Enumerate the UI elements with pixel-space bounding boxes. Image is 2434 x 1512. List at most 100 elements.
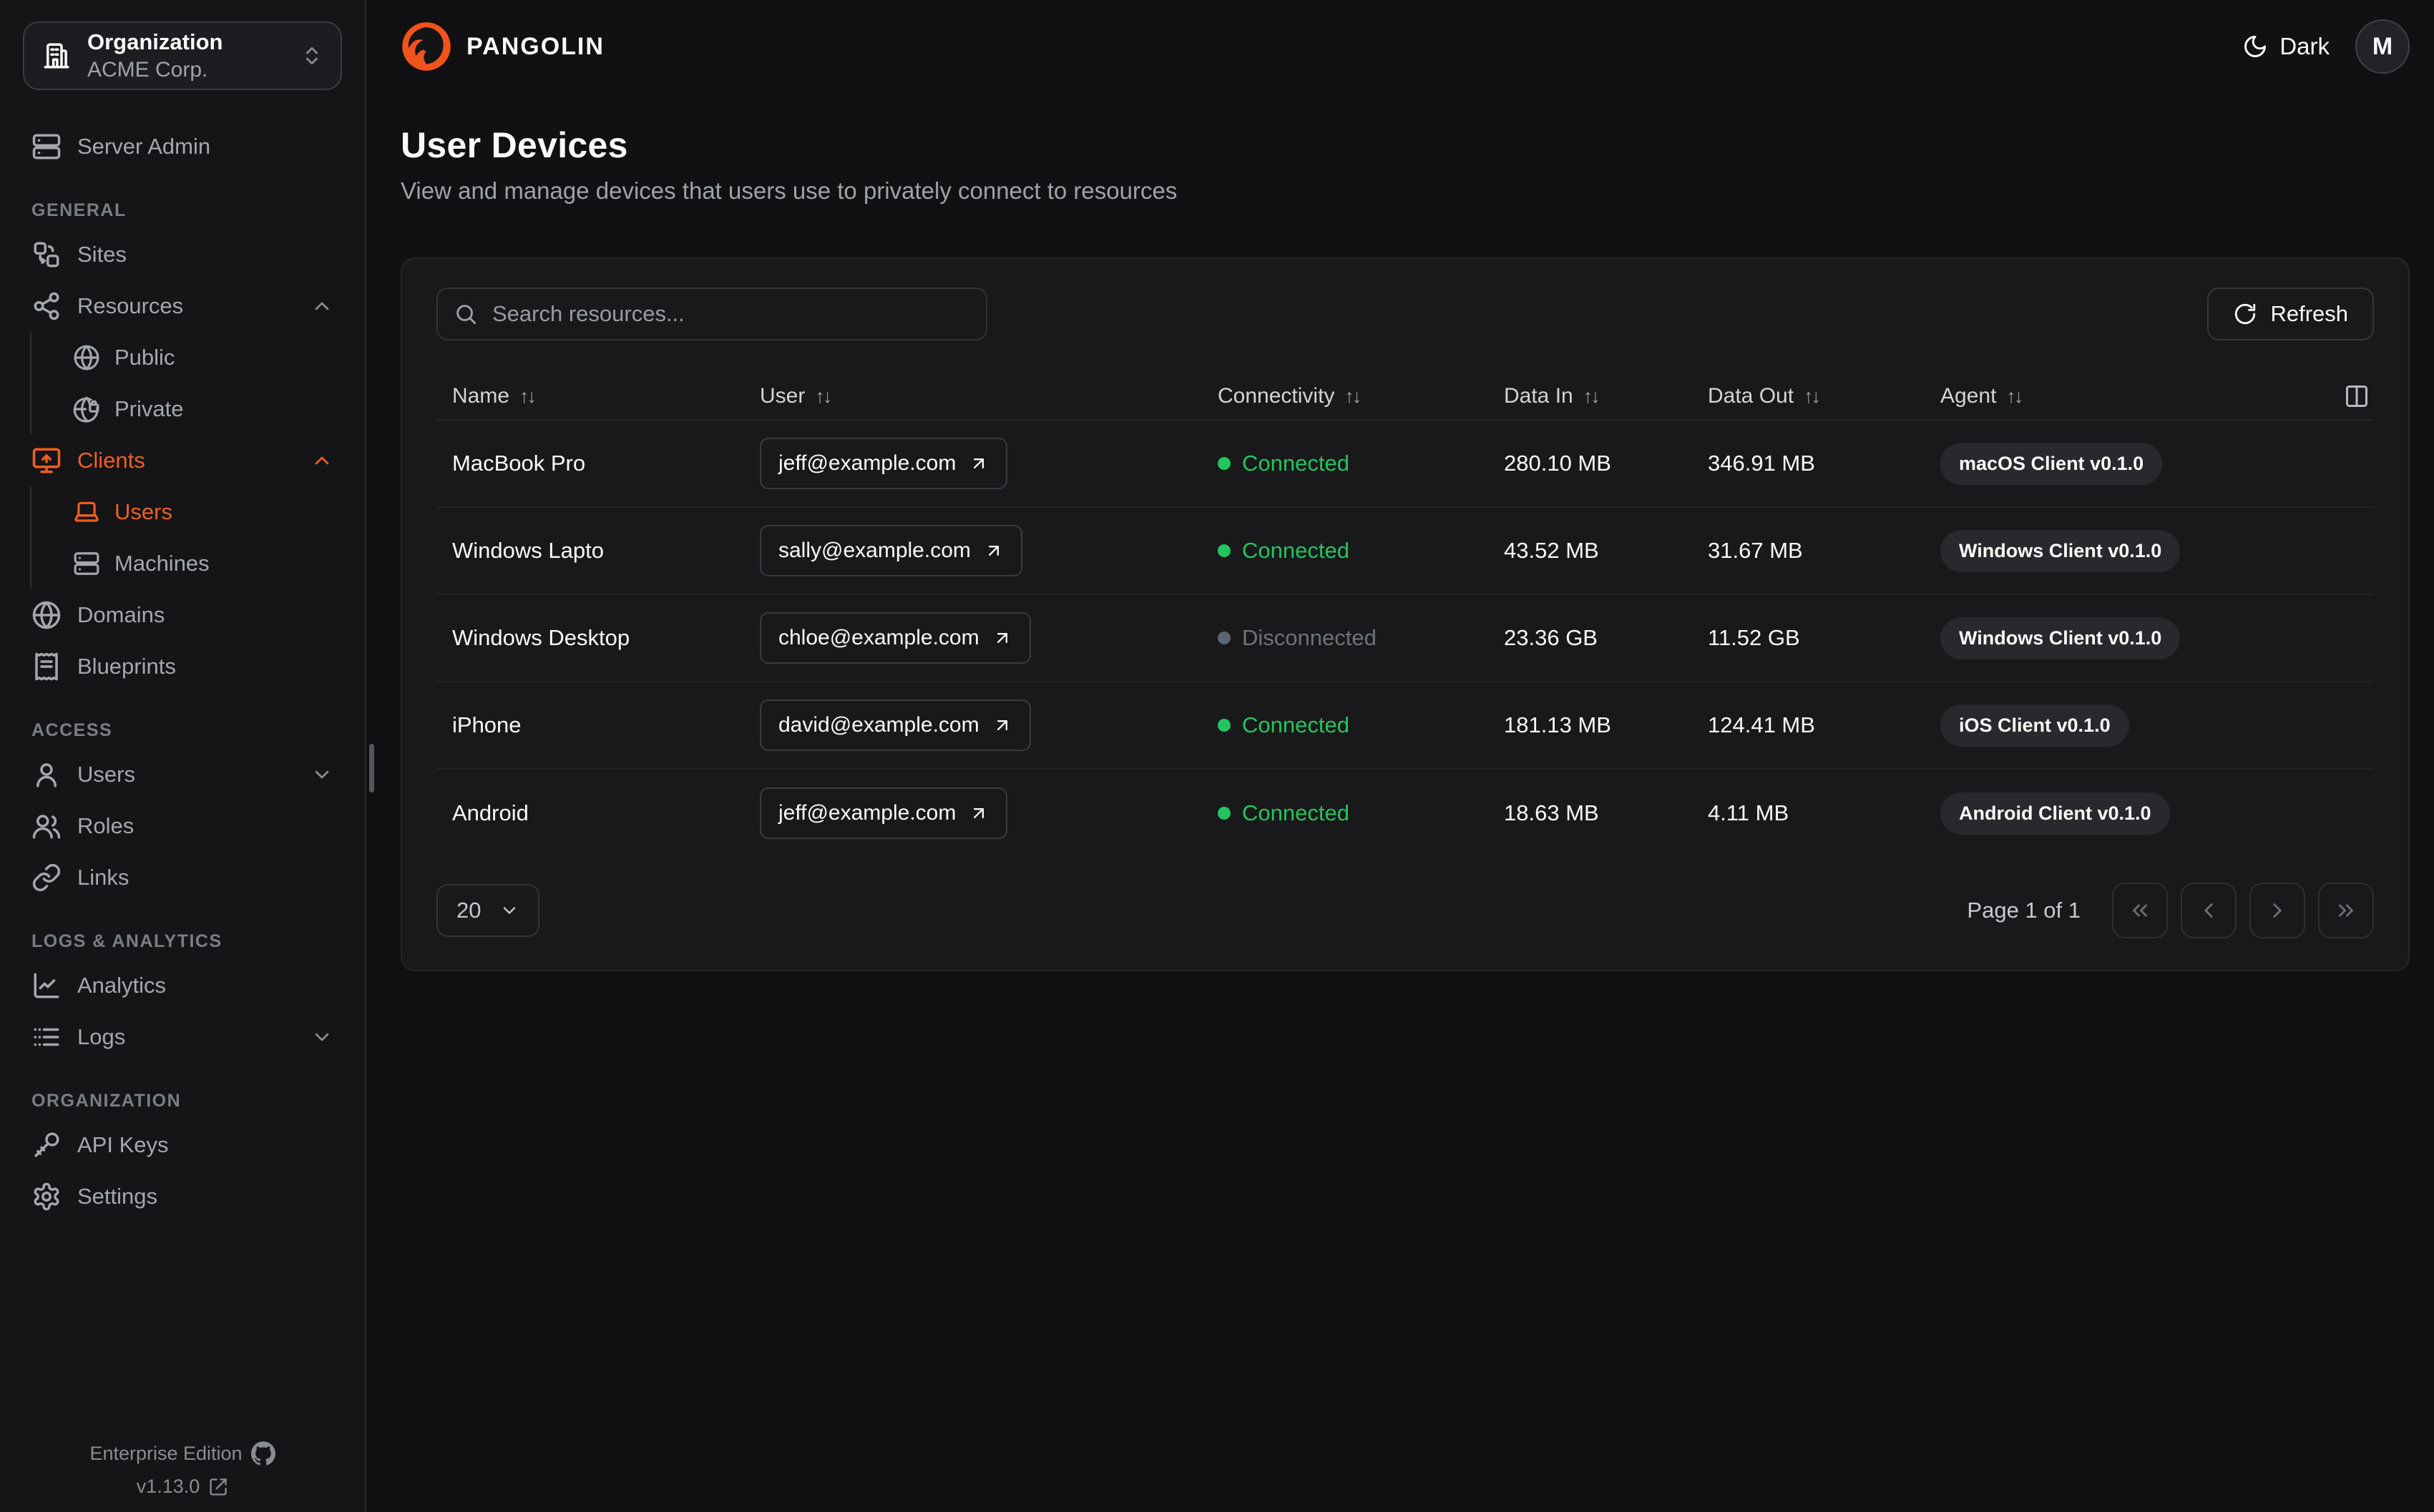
organization-value: ACME Corp. [87, 57, 208, 82]
sort-icon[interactable]: ↑↓ [815, 386, 832, 408]
sidebar-item-label: Sites [77, 242, 127, 267]
sidebar-item-logs[interactable]: Logs [20, 1012, 345, 1062]
sidebar-item-label: Private [114, 396, 184, 421]
table-toolbar: Refresh [436, 288, 2374, 340]
connectivity-status: Connected [1218, 712, 1349, 738]
prev-page-button[interactable] [2181, 883, 2237, 938]
sort-icon[interactable]: ↑↓ [1583, 386, 1600, 408]
sidebar-item-settings[interactable]: Settings [20, 1172, 345, 1222]
avatar-initial: M [2372, 32, 2393, 60]
column-label: Data Out [1708, 384, 1794, 408]
sidebar-item-links[interactable]: Links [20, 853, 345, 903]
table-row: Windows Desktop chloe@example.com Discon… [436, 595, 2374, 682]
chevron-up-icon [315, 302, 329, 310]
refresh-label: Refresh [2270, 301, 2348, 326]
search-input[interactable] [436, 288, 987, 340]
sidebar-item-label: Users [77, 762, 135, 787]
data-out-value: 31.67 MB [1708, 538, 1803, 563]
connectivity-label: Disconnected [1242, 625, 1377, 650]
github-icon[interactable] [250, 1441, 275, 1466]
column-label: Connectivity [1218, 384, 1335, 408]
sidebar-item-users[interactable]: Users [20, 750, 345, 800]
user-link-button[interactable]: sally@example.com [760, 525, 1022, 576]
sidebar-item-roles[interactable]: Roles [20, 801, 345, 851]
data-out-value: 4.11 MB [1708, 800, 1789, 825]
sidebar-scrollbar-thumb[interactable] [369, 744, 374, 792]
pangolin-logo-icon [402, 22, 451, 71]
column-header-agent[interactable]: Agent ↑↓ [1925, 384, 2310, 408]
chevron-down-icon [315, 770, 329, 779]
sidebar-item-label: Machines [114, 551, 210, 576]
sidebar-item-api-keys[interactable]: API Keys [20, 1120, 345, 1170]
avatar[interactable]: M [2355, 19, 2410, 74]
sidebar-item-private[interactable]: Private [62, 384, 345, 434]
column-label: Data In [1504, 384, 1573, 408]
column-header-name[interactable]: Name ↑↓ [436, 384, 744, 408]
connectivity-dot [1218, 632, 1231, 644]
sidebar-item-label: Blueprints [77, 654, 176, 679]
sidebar-item-client-users[interactable]: Users [62, 487, 345, 537]
user-icon [36, 763, 57, 787]
device-name: Windows Lapto [452, 538, 604, 563]
version-link[interactable]: v1.13.0 [137, 1476, 200, 1498]
column-label: User [760, 384, 806, 408]
column-header-data-in[interactable]: Data In ↑↓ [1488, 384, 1692, 408]
sidebar-item-resources[interactable]: Resources [20, 281, 345, 331]
data-in-value: 280.10 MB [1504, 451, 1611, 476]
sidebar-item-analytics[interactable]: Analytics [20, 961, 345, 1011]
sidebar-item-label: Users [114, 499, 172, 524]
chart-line-icon [34, 973, 59, 998]
organization-label: Organization [87, 29, 223, 54]
sort-icon[interactable]: ↑↓ [1804, 386, 1821, 408]
connectivity-status: Disconnected [1218, 625, 1377, 651]
chevron-down-icon [504, 907, 516, 914]
column-header-user[interactable]: User ↑↓ [744, 384, 1202, 408]
sidebar-item-server-admin[interactable]: Server Admin [20, 122, 345, 172]
column-settings-button[interactable] [2344, 383, 2370, 409]
sidebar-item-label: Settings [77, 1184, 158, 1209]
theme-toggle-button[interactable]: Dark [2242, 33, 2330, 60]
arrow-up-right-icon [988, 546, 999, 556]
sidebar-item-domains[interactable]: Domains [20, 590, 345, 640]
connectivity-status: Connected [1218, 451, 1349, 476]
sidebar-item-label: Public [114, 345, 175, 370]
user-email: david@example.com [778, 713, 979, 737]
server-icon [32, 134, 61, 159]
next-page-button[interactable] [2249, 883, 2305, 938]
table-row: iPhone david@example.com Connected 181.1… [436, 682, 2374, 770]
sidebar-item-label: Clients [77, 448, 145, 473]
sidebar-item-public[interactable]: Public [62, 333, 345, 383]
brand[interactable]: PANGOLIN [401, 21, 605, 72]
table-row: Android jeff@example.com Connected 18.63… [436, 770, 2374, 857]
user-link-button[interactable]: chloe@example.com [760, 612, 1031, 664]
sidebar-item-clients[interactable]: Clients [20, 436, 345, 486]
column-header-data-out[interactable]: Data Out ↑↓ [1692, 384, 1925, 408]
sort-icon[interactable]: ↑↓ [2006, 386, 2023, 408]
sidebar-item-label: Links [77, 865, 129, 890]
connectivity-label: Connected [1242, 538, 1349, 563]
organization-switcher[interactable]: Organization ACME Corp. [23, 21, 342, 90]
columns-icon [2346, 386, 2367, 407]
last-page-button[interactable] [2318, 883, 2374, 938]
refresh-icon [2235, 303, 2256, 325]
user-link-button[interactable]: jeff@example.com [760, 787, 1008, 839]
sidebar-item-label: Server Admin [77, 134, 211, 159]
table-header-row: Name ↑↓ User ↑↓ Connectivity ↑↓ Data In … [436, 373, 2374, 421]
sidebar-item-blueprints[interactable]: Blueprints [20, 642, 345, 692]
connectivity-label: Connected [1242, 451, 1349, 476]
refresh-button[interactable]: Refresh [2207, 288, 2374, 340]
chevrons-up-down-icon [306, 47, 318, 64]
data-out-value: 11.52 GB [1708, 625, 1800, 650]
page-size-select[interactable]: 20 [436, 884, 540, 937]
user-link-button[interactable]: david@example.com [760, 699, 1031, 751]
sidebar-item-sites[interactable]: Sites [20, 230, 345, 280]
column-header-connectivity[interactable]: Connectivity ↑↓ [1202, 384, 1488, 408]
sort-icon[interactable]: ↑↓ [519, 386, 537, 408]
sidebar-item-client-machines[interactable]: Machines [62, 539, 345, 589]
user-link-button[interactable]: jeff@example.com [760, 438, 1008, 489]
page-size-value: 20 [456, 898, 482, 923]
search-wrap [436, 288, 987, 340]
sort-icon[interactable]: ↑↓ [1344, 386, 1362, 408]
brand-name: PANGOLIN [466, 32, 605, 60]
first-page-button[interactable] [2112, 883, 2168, 938]
